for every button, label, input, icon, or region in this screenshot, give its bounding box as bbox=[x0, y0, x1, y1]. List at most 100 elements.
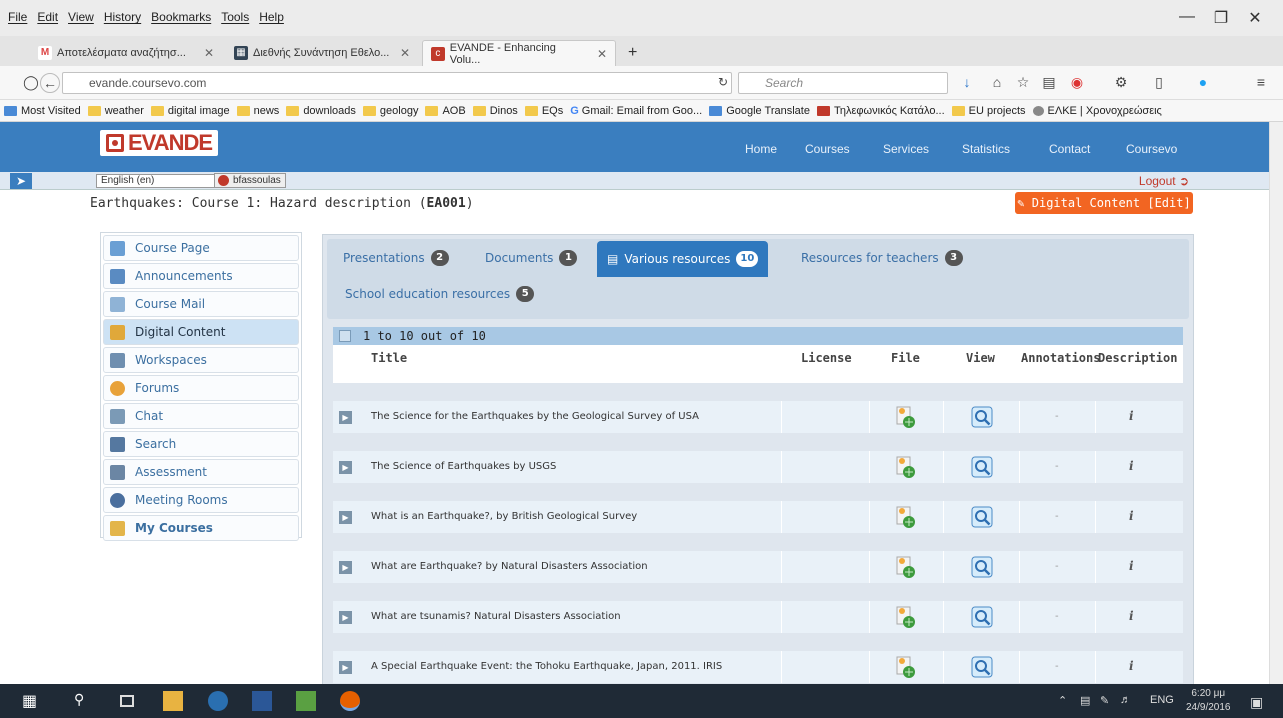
bookmark-most-visited[interactable]: Most Visited bbox=[4, 105, 81, 117]
sync-icon[interactable]: ◯ bbox=[20, 74, 42, 91]
volume-icon[interactable]: ♬ bbox=[1120, 694, 1131, 706]
sidebar-item-forums[interactable]: Forums bbox=[103, 375, 299, 401]
nav-contact[interactable]: Contact bbox=[1049, 142, 1090, 156]
close-tab-icon[interactable]: ✕ bbox=[390, 46, 410, 60]
nav-coursevo[interactable]: Coursevo bbox=[1126, 142, 1177, 156]
clock[interactable]: 6:20 μμ 24/9/2016 bbox=[1186, 687, 1231, 715]
info-icon[interactable]: i bbox=[1129, 659, 1134, 673]
user-chip[interactable]: bfassoulas bbox=[214, 173, 286, 188]
close-tab-icon[interactable]: ✕ bbox=[587, 47, 607, 61]
tray-chevron-icon[interactable]: ⌃ bbox=[1058, 694, 1067, 707]
bookmark-folder[interactable]: digital image bbox=[150, 105, 230, 117]
select-all-checkbox[interactable] bbox=[339, 330, 351, 342]
search-icon[interactable]: ⚲ bbox=[74, 691, 94, 711]
bookmark-folder[interactable]: weather bbox=[87, 105, 144, 117]
expand-row-icon[interactable]: ▶ bbox=[339, 561, 352, 574]
info-icon[interactable]: i bbox=[1129, 559, 1134, 573]
browser-icon[interactable] bbox=[208, 691, 228, 711]
logout-link[interactable]: Logout ➲ bbox=[1139, 174, 1189, 188]
language-indicator[interactable]: ENG bbox=[1150, 694, 1174, 706]
expand-row-icon[interactable]: ▶ bbox=[339, 611, 352, 624]
bookmark-folder[interactable]: Dinos bbox=[472, 105, 518, 117]
file-link-icon[interactable] bbox=[893, 655, 917, 679]
nav-courses[interactable]: Courses bbox=[805, 142, 850, 156]
menu-view[interactable]: View bbox=[68, 10, 94, 24]
info-icon[interactable]: i bbox=[1129, 509, 1134, 523]
menu-tools[interactable]: Tools bbox=[221, 10, 249, 24]
expand-row-icon[interactable]: ▶ bbox=[339, 511, 352, 524]
page-scrollbar[interactable] bbox=[1269, 122, 1283, 684]
bookmark-folder[interactable]: downloads bbox=[286, 105, 356, 117]
sidebar-item-workspaces[interactable]: Workspaces bbox=[103, 347, 299, 373]
restore-icon[interactable]: ❐ bbox=[1206, 8, 1236, 28]
nav-home[interactable]: Home bbox=[745, 142, 777, 156]
expand-row-icon[interactable]: ▶ bbox=[339, 461, 352, 474]
extension-icon[interactable]: ⚙ bbox=[1110, 74, 1132, 91]
menu-hamburger-icon[interactable]: ≡ bbox=[1250, 74, 1272, 90]
bookmark-star-icon[interactable]: ☆ bbox=[1012, 74, 1034, 91]
bookmark-folder[interactable]: news bbox=[236, 105, 279, 117]
menu-history[interactable]: History bbox=[104, 10, 141, 24]
resource-title[interactable]: What are Earthquake? by Natural Disaster… bbox=[371, 561, 648, 572]
menu-edit[interactable]: Edit bbox=[37, 10, 58, 24]
browser-tab-gmail[interactable]: M Αποτελέσματα αναζήτησ... ✕ bbox=[30, 40, 222, 66]
nav-services[interactable]: Services bbox=[883, 142, 929, 156]
menu-help[interactable]: Help bbox=[259, 10, 284, 24]
sidebar-item-announcements[interactable]: Announcements bbox=[103, 263, 299, 289]
file-link-icon[interactable] bbox=[893, 505, 917, 529]
menu-bookmarks[interactable]: Bookmarks bbox=[151, 10, 211, 24]
file-link-icon[interactable] bbox=[893, 605, 917, 629]
browser-tab-meeting[interactable]: ▦ Διεθνής Συνάντηση Εθελο... ✕ bbox=[226, 40, 418, 66]
magnifier-icon[interactable] bbox=[970, 605, 994, 629]
sidebar-item-meeting-rooms[interactable]: Meeting Rooms bbox=[103, 487, 299, 513]
bookmark-folder[interactable]: EU projects bbox=[951, 105, 1026, 117]
column-annotations[interactable]: Annotations bbox=[1021, 351, 1100, 365]
minimize-icon[interactable]: — bbox=[1172, 8, 1202, 26]
tab-school-education-resources[interactable]: School education resources 5 bbox=[335, 277, 544, 311]
tab-presentations[interactable]: Presentations 2 bbox=[333, 241, 459, 275]
windows-start-icon[interactable]: ▦ bbox=[22, 691, 42, 711]
sidebar-item-my-courses[interactable]: My Courses bbox=[103, 515, 299, 541]
close-tab-icon[interactable]: ✕ bbox=[194, 46, 214, 60]
info-icon[interactable]: i bbox=[1129, 409, 1134, 423]
file-link-icon[interactable] bbox=[893, 405, 917, 429]
sidebar-item-course-mail[interactable]: Course Mail bbox=[103, 291, 299, 317]
magnifier-icon[interactable] bbox=[970, 655, 994, 679]
task-view-icon[interactable] bbox=[120, 695, 134, 707]
home-icon[interactable]: ⌂ bbox=[986, 74, 1008, 90]
reload-icon[interactable]: ↻ bbox=[712, 75, 734, 89]
menu-file[interactable]: File bbox=[8, 10, 27, 24]
resource-title[interactable]: What are tsunamis? Natural Disasters Ass… bbox=[371, 611, 621, 622]
sidebar-item-course-page[interactable]: Course Page bbox=[103, 235, 299, 261]
evande-logo[interactable]: EVANDE bbox=[100, 130, 219, 156]
url-bar[interactable]: evande.coursevo.com bbox=[62, 72, 732, 94]
network-icon[interactable]: ▤ bbox=[1080, 694, 1090, 707]
language-select[interactable]: English (en)▼ bbox=[96, 174, 230, 188]
resource-title[interactable]: A Special Earthquake Event: the Tohoku E… bbox=[371, 661, 722, 672]
resource-title[interactable]: The Science for the Earthquakes by the G… bbox=[371, 411, 699, 422]
back-icon[interactable]: ← bbox=[40, 73, 60, 93]
bookmark-translate[interactable]: Google Translate bbox=[709, 105, 810, 117]
expand-row-icon[interactable]: ▶ bbox=[339, 411, 352, 424]
pen-icon[interactable]: ✎ bbox=[1100, 694, 1109, 707]
arrow-right-icon[interactable]: ➤ bbox=[10, 173, 32, 189]
tab-documents[interactable]: Documents 1 bbox=[475, 241, 587, 275]
file-link-icon[interactable] bbox=[893, 555, 917, 579]
bookmark-elke[interactable]: ΕΛΚΕ | Χρονοχρεώσεις bbox=[1032, 105, 1162, 117]
resource-title[interactable]: What is an Earthquake?, by British Geolo… bbox=[371, 511, 637, 522]
sidebar-item-digital-content[interactable]: Digital Content bbox=[103, 319, 299, 345]
file-explorer-icon[interactable] bbox=[163, 691, 183, 711]
column-title[interactable]: Title bbox=[371, 351, 407, 365]
skype-icon[interactable]: ● bbox=[1192, 74, 1214, 90]
bookmark-folder[interactable]: geology bbox=[362, 105, 418, 117]
resource-title[interactable]: The Science of Earthquakes by USGS bbox=[371, 461, 556, 472]
tab-resources-for-teachers[interactable]: Resources for teachers 3 bbox=[791, 241, 973, 275]
tab-various-resources[interactable]: ▤ Various resources 10 bbox=[597, 241, 769, 277]
sidebar-item-chat[interactable]: Chat bbox=[103, 403, 299, 429]
new-tab-button[interactable]: + bbox=[620, 40, 645, 66]
browser-tab-evande[interactable]: c EVANDE - Enhancing Volu... ✕ bbox=[422, 40, 616, 66]
firefox-icon[interactable] bbox=[340, 691, 360, 711]
device-icon[interactable]: ▯ bbox=[1148, 74, 1170, 91]
info-icon[interactable]: i bbox=[1129, 609, 1134, 623]
magnifier-icon[interactable] bbox=[970, 455, 994, 479]
